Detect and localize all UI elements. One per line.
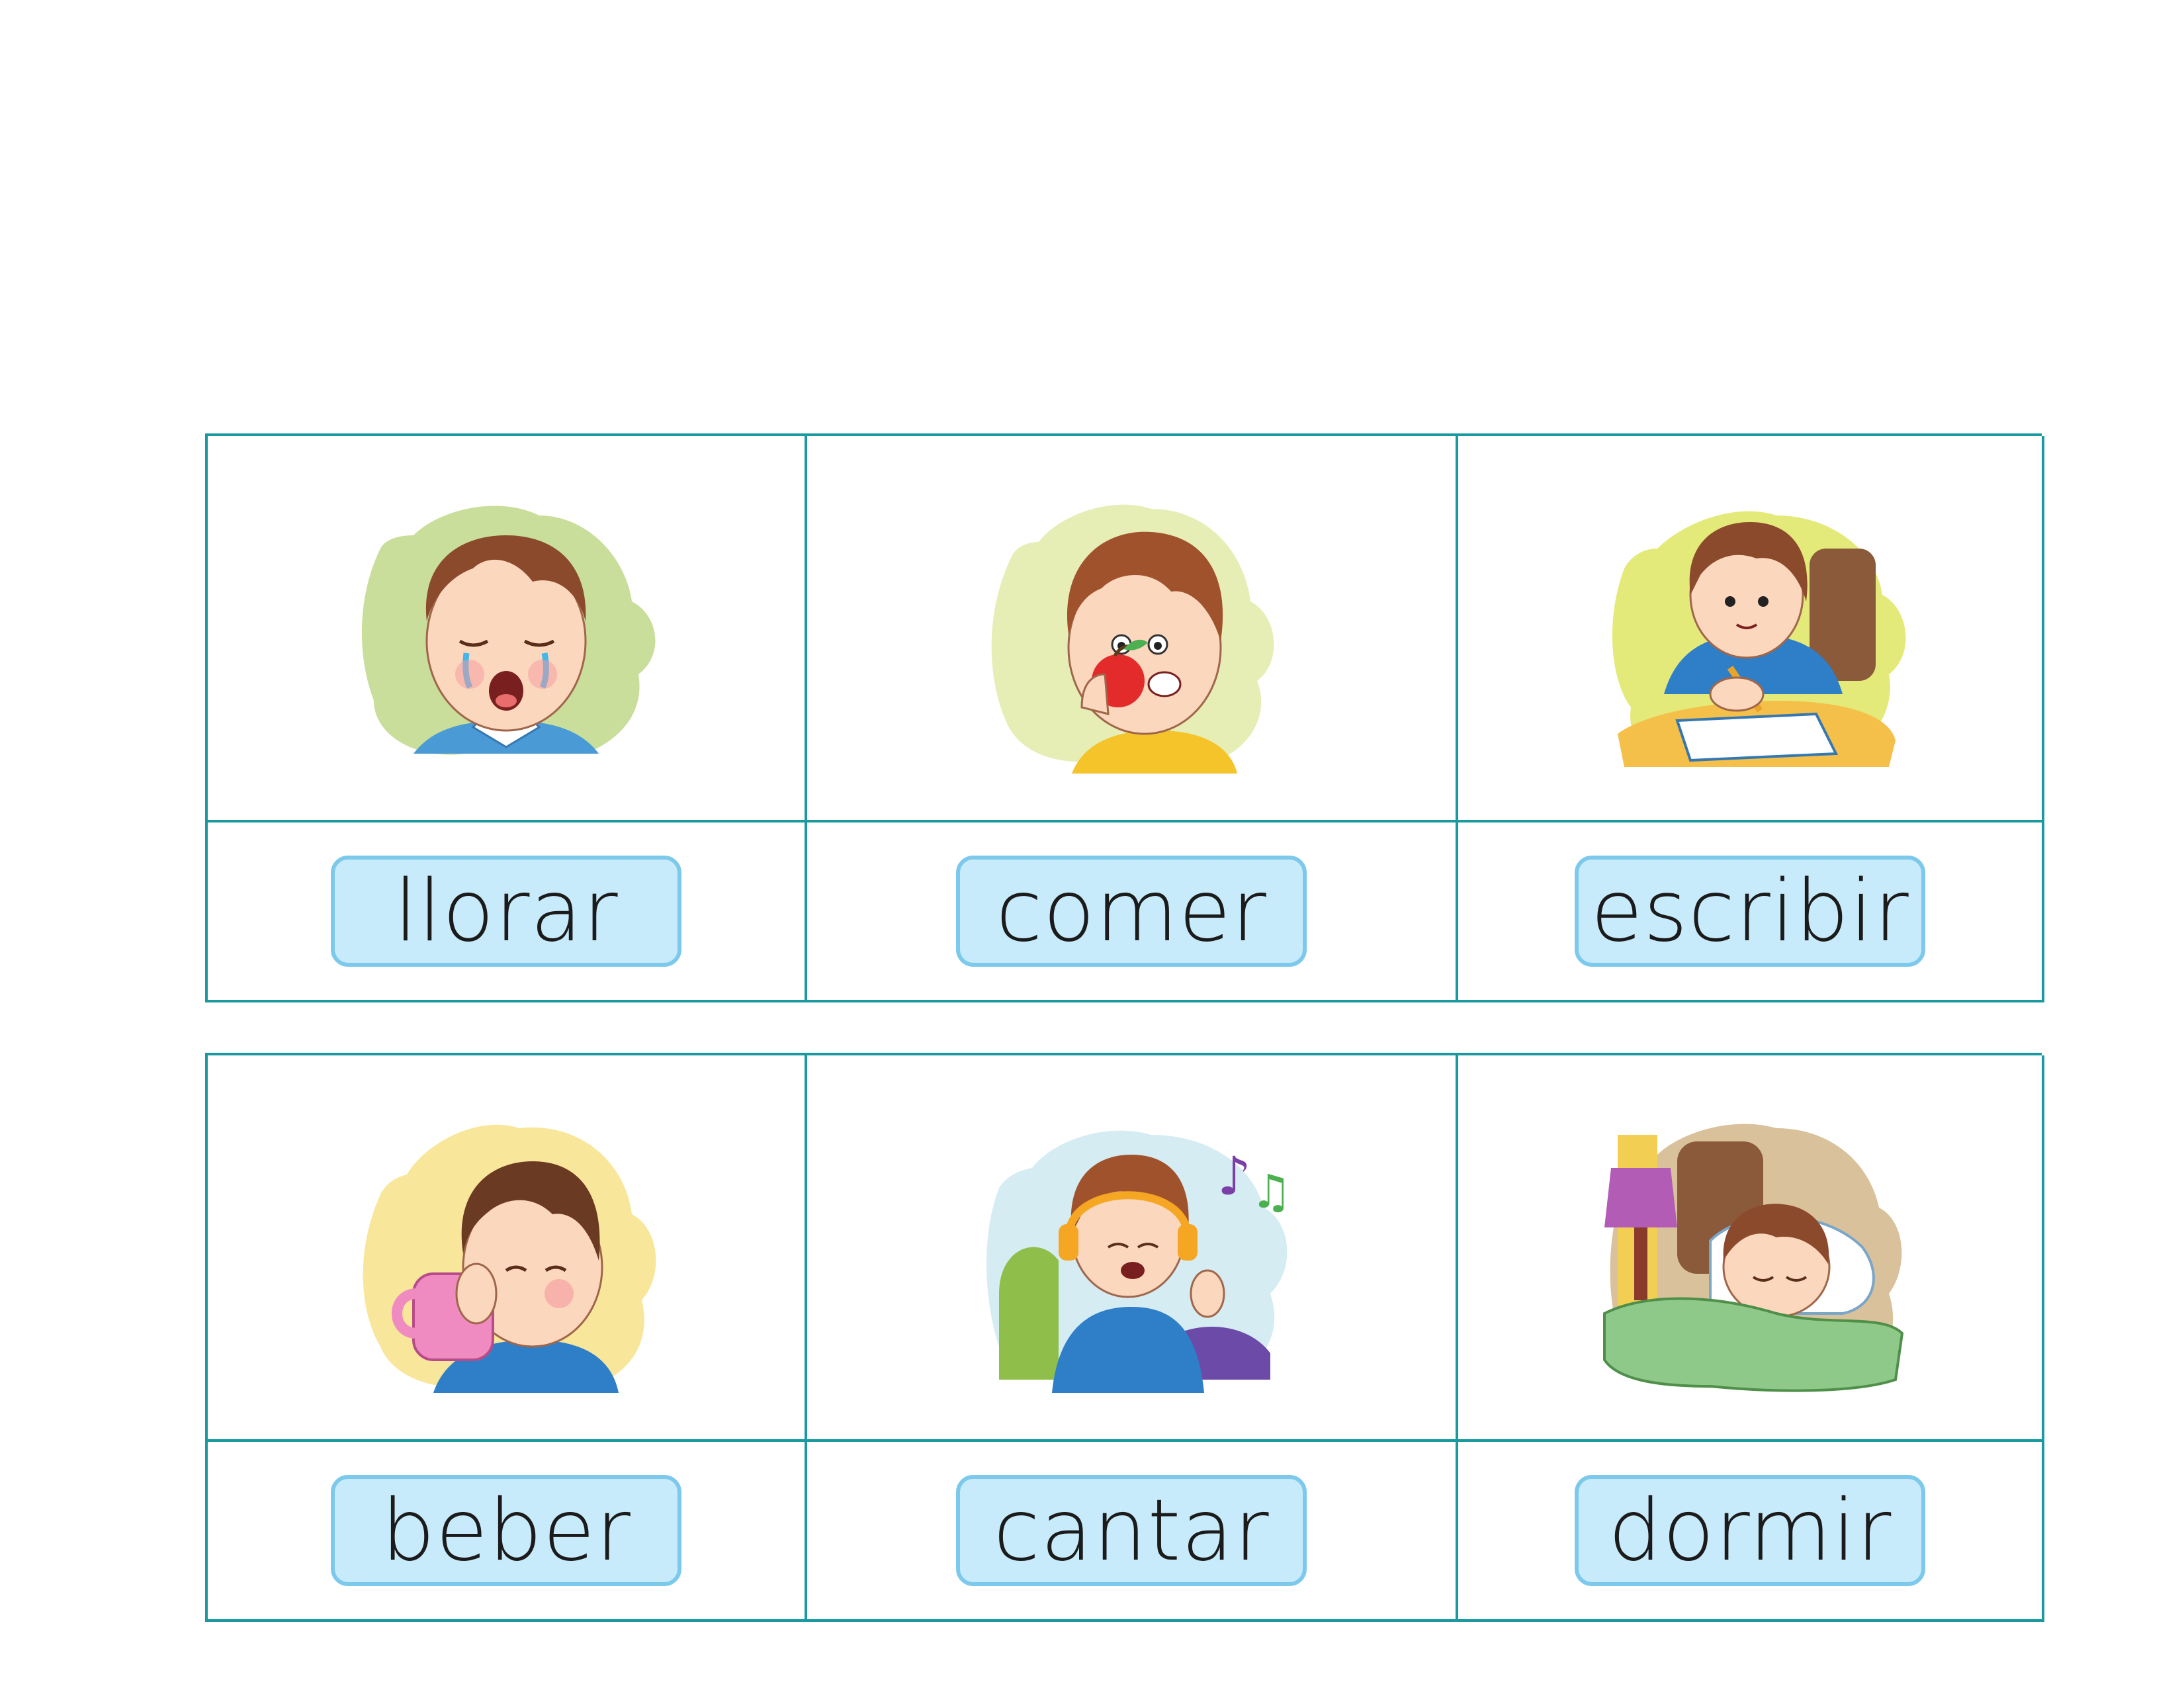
label-cell-escribir: escribir: [1458, 822, 2044, 1002]
picture-cell-escribir: [1458, 436, 2044, 822]
picture-cell-dormir: [1458, 1055, 2044, 1442]
word-label: comer: [956, 856, 1307, 967]
word-label: escribir: [1575, 856, 1925, 967]
label-cell-cantar: cantar: [807, 1442, 1458, 1622]
boy-drinking-icon: [363, 1124, 656, 1393]
picture-cell-beber: [208, 1055, 807, 1442]
label-cell-llorar: llorar: [208, 822, 807, 1002]
label-cell-comer: comer: [807, 822, 1458, 1002]
svg-text:♫: ♫: [1250, 1165, 1292, 1219]
label-cell-beber: beber: [208, 1442, 807, 1622]
word-label: dormir: [1575, 1475, 1925, 1586]
picture-cell-comer: [807, 436, 1458, 822]
picture-cell-llorar: [208, 436, 807, 822]
crying-boy-icon: [361, 506, 656, 755]
card-row-2: ♪ ♫ beber cantar dormir: [205, 1053, 2044, 1622]
word-label: cantar: [956, 1475, 1307, 1586]
svg-text:♪: ♪: [1217, 1145, 1251, 1207]
girl-writing-icon: [1612, 511, 1906, 767]
label-cell-dormir: dormir: [1458, 1442, 2044, 1622]
girl-singing-icon: ♪ ♫: [986, 1130, 1292, 1393]
word-label: llorar: [331, 856, 681, 967]
boy-sleeping-icon: [1603, 1124, 1904, 1392]
boy-eating-apple-icon: [991, 504, 1274, 774]
word-label: beber: [331, 1475, 681, 1586]
card-row-1: llorar comer escribir: [205, 433, 2044, 1002]
picture-cell-cantar: ♪ ♫: [807, 1055, 1458, 1442]
